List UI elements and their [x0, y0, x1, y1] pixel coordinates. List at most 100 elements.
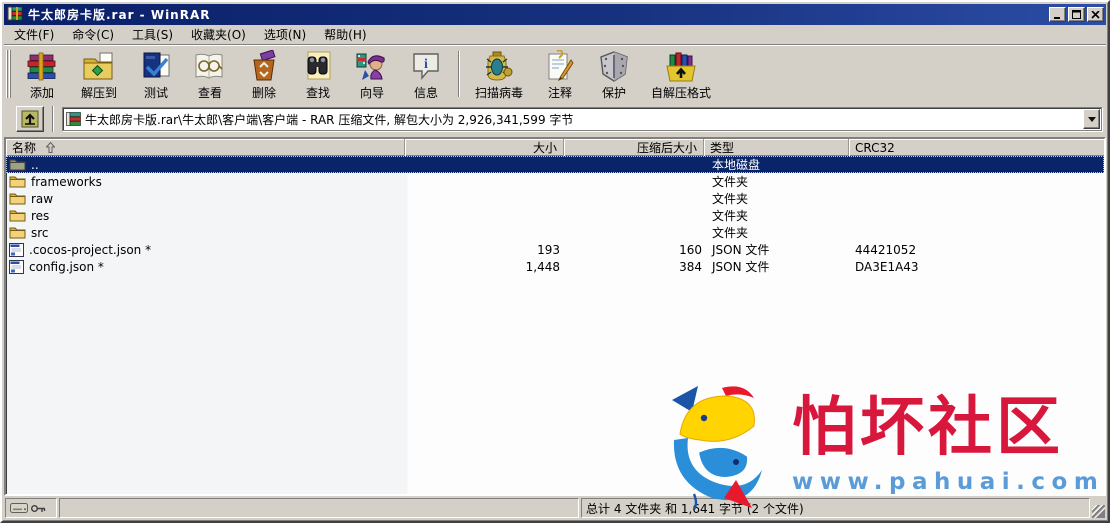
wizard-label: 向导 [359, 86, 384, 100]
test-icon [138, 49, 174, 85]
view-button[interactable]: 查看 [183, 48, 237, 102]
sfx-icon [663, 49, 699, 85]
status-totals-panel: 总计 4 文件夹 和 1,641 字节 (2 个文件) [581, 498, 1090, 518]
info-button[interactable]: i 信息 [399, 48, 453, 102]
status-message-panel [59, 498, 579, 518]
file-packed: 384 [679, 259, 702, 274]
menu-help[interactable]: 帮助(H) [315, 24, 375, 45]
table-row-config[interactable]: config.json * 1,448 384 JSON 文件 DA3E1A43 [6, 258, 1104, 275]
file-list: 名称 大小 压缩后大小 类型 CRC32 .. 本地磁盘 frameworks … [4, 137, 1106, 496]
folder-icon [9, 176, 26, 188]
maximize-button[interactable] [1068, 7, 1085, 22]
chevron-down-icon [1087, 116, 1096, 122]
file-type: 文件夹 [712, 175, 749, 189]
winrar-window: 牛太郎房卡版.rar - WinRAR 文件(F) 命令(C) 工具(S) 收藏… [0, 0, 1110, 523]
menu-tools[interactable]: 工具(S) [123, 24, 182, 45]
folder-icon [9, 227, 26, 239]
test-button[interactable]: 测试 [129, 48, 183, 102]
protect-icon [596, 49, 632, 85]
delete-label: 删除 [251, 86, 276, 100]
column-header-type[interactable]: 类型 [704, 139, 849, 156]
toolbar-separator [458, 51, 460, 97]
menu-favorites[interactable]: 收藏夹(O) [182, 24, 255, 45]
add-button[interactable]: 添加 [15, 48, 69, 102]
scan-virus-button[interactable]: 扫描病毒 [465, 48, 533, 102]
archive-books-icon [66, 112, 81, 126]
view-label: 查看 [197, 86, 222, 100]
svg-text:i: i [424, 57, 428, 72]
view-icon [192, 49, 228, 85]
file-crc: DA3E1A43 [855, 259, 919, 274]
column-header-size[interactable]: 大小 [405, 139, 564, 156]
wizard-icon [354, 49, 390, 85]
file-name: .. [31, 157, 39, 172]
resize-grip[interactable] [1092, 505, 1105, 518]
title-bar: 牛太郎房卡版.rar - WinRAR [4, 4, 1106, 25]
table-row-cocos-project[interactable]: .cocos-project.json * 193 160 JSON 文件 44… [6, 241, 1104, 258]
info-label: 信息 [413, 86, 438, 100]
file-name: res [31, 208, 50, 223]
file-type: JSON 文件 [712, 260, 770, 274]
up-arrow-icon [21, 110, 39, 128]
key-icon [31, 504, 46, 512]
add-label: 添加 [29, 86, 54, 100]
minimize-button[interactable] [1049, 7, 1066, 22]
protect-label: 保护 [601, 86, 626, 100]
extract-to-button[interactable]: 解压到 [69, 48, 129, 102]
scan-virus-label: 扫描病毒 [474, 86, 523, 100]
column-header-crc32[interactable]: CRC32 [849, 139, 1104, 156]
delete-button[interactable]: 删除 [237, 48, 291, 102]
toolbar-grip[interactable] [6, 50, 14, 98]
find-button[interactable]: 查找 [291, 48, 345, 102]
menu-bar: 文件(F) 命令(C) 工具(S) 收藏夹(O) 选项(N) 帮助(H) [4, 25, 1106, 44]
comment-button[interactable]: 注释 [533, 48, 587, 102]
file-name: frameworks [31, 174, 102, 189]
archive-path-combobox[interactable]: 牛太郎房卡版.rar\牛太郎\客户端\客户端 - RAR 压缩文件, 解包大小为… [62, 107, 1102, 131]
menu-options[interactable]: 选项(N) [255, 24, 315, 45]
extract-to-label: 解压到 [80, 86, 117, 100]
json-file-icon [9, 242, 24, 257]
status-totals-text: 总计 4 文件夹 和 1,641 字节 (2 个文件) [586, 501, 804, 516]
status-icons-panel [5, 498, 57, 518]
file-name: src [31, 225, 49, 240]
file-name: config.json * [29, 259, 104, 274]
folder-icon [9, 193, 26, 205]
up-directory-button[interactable] [16, 106, 44, 132]
address-separator [50, 106, 58, 132]
file-size: 1,448 [525, 259, 560, 274]
wizard-button[interactable]: 向导 [345, 48, 399, 102]
close-button[interactable] [1087, 7, 1104, 22]
file-type: 文件夹 [712, 226, 749, 240]
file-size: 193 [537, 242, 560, 257]
delete-icon [246, 49, 282, 85]
add-archive-icon [24, 49, 60, 85]
scan-virus-icon [481, 49, 517, 85]
file-name: .cocos-project.json * [29, 242, 152, 257]
table-row-src[interactable]: src 文件夹 [6, 224, 1104, 241]
menu-file[interactable]: 文件(F) [5, 24, 63, 45]
file-type: JSON 文件 [712, 243, 770, 257]
find-icon [300, 49, 336, 85]
sfx-button[interactable]: 自解压格式 [641, 48, 721, 102]
file-crc: 44421052 [855, 242, 917, 257]
winrar-books-icon [7, 6, 23, 24]
sfx-label: 自解压格式 [650, 86, 711, 100]
column-header-row: 名称 大小 压缩后大小 类型 CRC32 [6, 139, 1104, 156]
file-rows: .. 本地磁盘 frameworks 文件夹 raw 文件夹 res 文件夹 s… [6, 156, 1104, 494]
updir-folder-icon [9, 159, 26, 171]
combobox-dropdown-button[interactable] [1083, 109, 1100, 129]
column-header-packed[interactable]: 压缩后大小 [564, 139, 704, 156]
toolbar: 添加 解压到 测试 查看 删除 查找 向导 i 信息 扫描病毒 注释 保护 自解… [4, 44, 1106, 101]
protect-button[interactable]: 保护 [587, 48, 641, 102]
menu-commands[interactable]: 命令(C) [63, 24, 123, 45]
column-header-name[interactable]: 名称 [6, 139, 405, 156]
folder-icon [9, 210, 26, 222]
find-label: 查找 [305, 86, 330, 100]
table-row-raw[interactable]: raw 文件夹 [6, 190, 1104, 207]
drive-icon [10, 503, 28, 513]
table-row-res[interactable]: res 文件夹 [6, 207, 1104, 224]
json-file-icon [9, 259, 24, 274]
table-row-updir[interactable]: .. 本地磁盘 [6, 156, 1104, 173]
extract-to-icon [81, 49, 117, 85]
table-row-frameworks[interactable]: frameworks 文件夹 [6, 173, 1104, 190]
